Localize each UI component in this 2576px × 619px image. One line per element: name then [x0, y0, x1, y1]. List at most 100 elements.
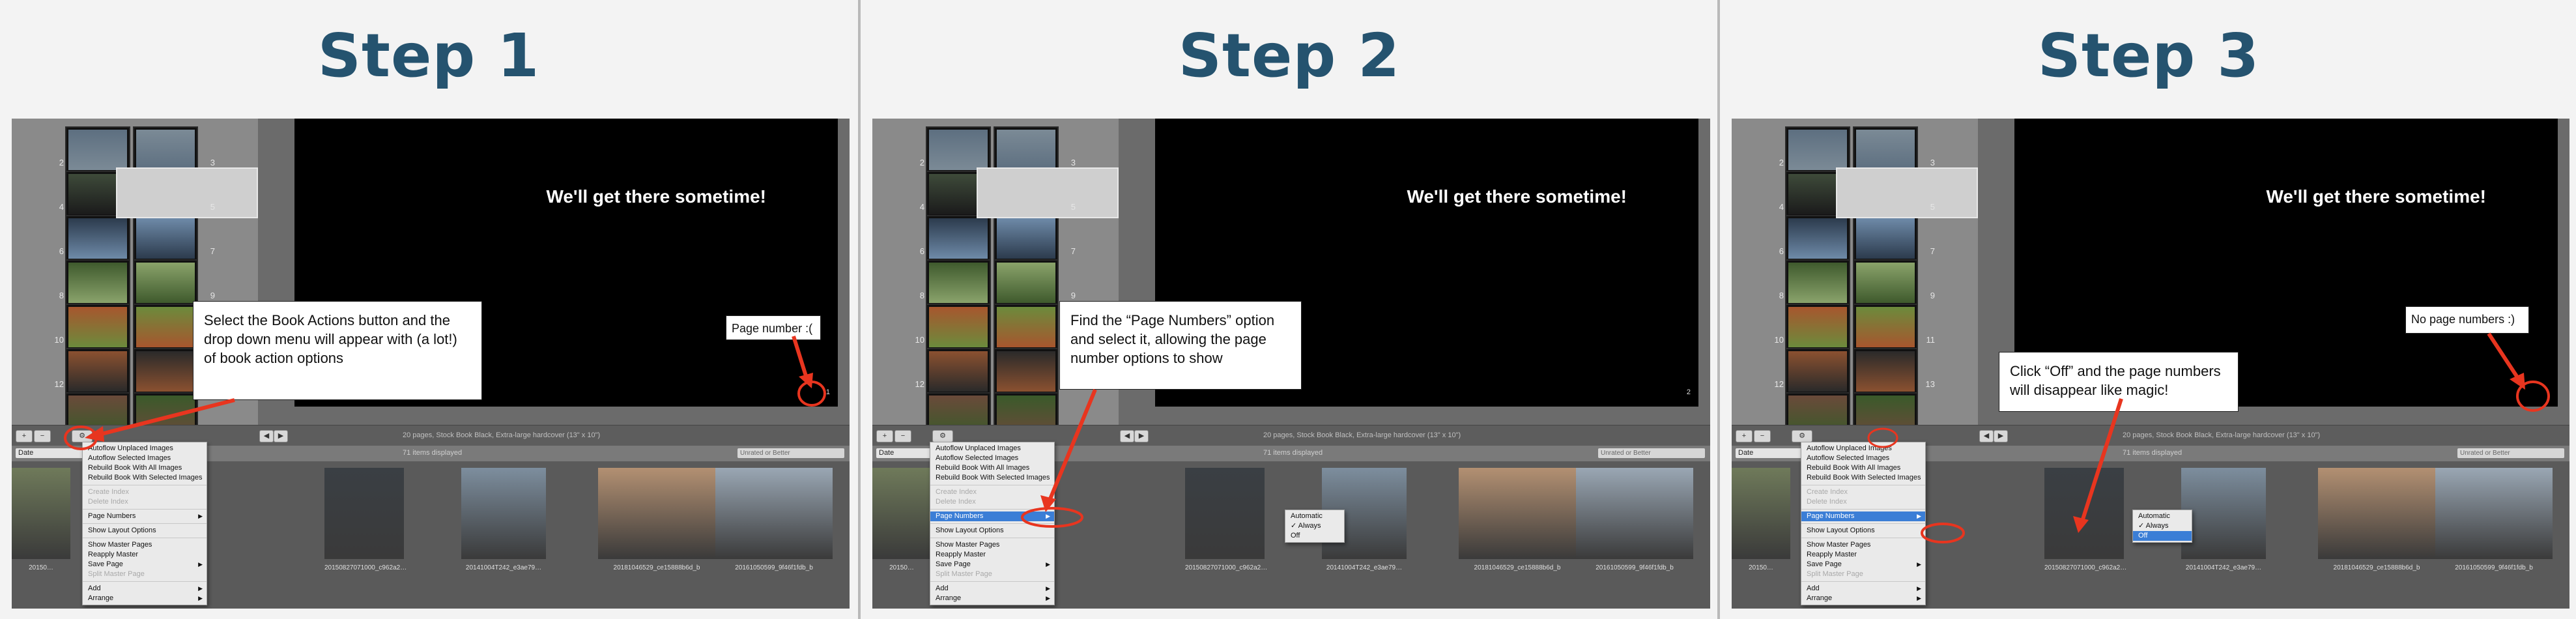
menu-item[interactable]: Autoflow Selected Images: [930, 453, 1054, 463]
menu-item[interactable]: Autoflow Selected Images: [83, 453, 207, 463]
menu-item[interactable]: Show Layout Options: [1801, 526, 1925, 536]
menu-item[interactable]: Split Master Page: [930, 569, 1054, 579]
menu-item[interactable]: Autoflow Unplaced Images: [1801, 444, 1925, 453]
page-thumbnail[interactable]: [994, 348, 1059, 395]
menu-item[interactable]: Show Master Pages: [83, 540, 207, 550]
page-thumbnail[interactable]: [926, 215, 991, 262]
page-thumbnail[interactable]: [926, 304, 991, 351]
page-thumbnail[interactable]: [926, 126, 991, 173]
menu-item[interactable]: Show Master Pages: [1801, 540, 1925, 550]
menu-item[interactable]: Reapply Master: [83, 550, 207, 560]
menu-item[interactable]: Page Numbers ▶: [930, 511, 1054, 521]
previous-page-button[interactable]: ◀: [1120, 430, 1134, 442]
menu-item[interactable]: Rebuild Book With All Images: [930, 463, 1054, 473]
submenu-item-automatic[interactable]: Automatic: [2133, 511, 2192, 521]
menu-item[interactable]: Save Page ▶: [83, 560, 207, 569]
book-actions-button[interactable]: ⚙: [1792, 430, 1812, 442]
menu-item[interactable]: Page Numbers ▶: [83, 511, 207, 521]
browser-thumbnail[interactable]: 20161050599_9f46f1fdb_b: [1576, 468, 1693, 580]
page-thumbnail[interactable]: [1853, 259, 1918, 306]
page-thumbnail[interactable]: [1785, 259, 1850, 306]
page-thumbnail[interactable]: [65, 348, 130, 395]
rating-filter[interactable]: Unrated or Better: [737, 448, 844, 458]
menu-item[interactable]: Delete Index: [930, 497, 1054, 507]
previous-page-button[interactable]: ◀: [259, 430, 274, 442]
add-page-button[interactable]: +: [16, 430, 33, 442]
menu-item[interactable]: Rebuild Book With Selected Images: [83, 473, 207, 483]
submenu-item-off[interactable]: Off: [2133, 531, 2192, 541]
browser-thumbnail[interactable]: 20150…: [12, 468, 70, 580]
page-thumbnail[interactable]: [994, 215, 1059, 262]
page-thumbnail[interactable]: [994, 304, 1059, 351]
book-caption[interactable]: We'll get there sometime!: [2266, 186, 2486, 207]
page-thumbnail[interactable]: [65, 259, 130, 306]
menu-item[interactable]: Arrange ▶: [83, 594, 207, 603]
page-thumbnail[interactable]: [133, 348, 198, 395]
page-thumbnail[interactable]: [1785, 348, 1850, 395]
menu-item[interactable]: Rebuild Book With All Images: [83, 463, 207, 473]
page-thumbnail[interactable]: [65, 126, 130, 173]
page-thumbnail[interactable]: [133, 259, 198, 306]
menu-item[interactable]: Create Index: [83, 487, 207, 497]
submenu-item-always[interactable]: ✓ Always: [1285, 521, 1344, 531]
selected-spread[interactable]: [977, 167, 1119, 218]
rating-filter[interactable]: Unrated or Better: [2457, 448, 2564, 458]
next-page-button[interactable]: ▶: [274, 430, 288, 442]
remove-page-button[interactable]: −: [894, 430, 911, 442]
menu-item[interactable]: Rebuild Book With Selected Images: [930, 473, 1054, 483]
page-thumbnail[interactable]: [1853, 348, 1918, 395]
menu-item[interactable]: Save Page ▶: [1801, 560, 1925, 569]
menu-item[interactable]: Split Master Page: [1801, 569, 1925, 579]
add-page-button[interactable]: +: [1736, 430, 1753, 442]
page-thumbnail[interactable]: [926, 259, 991, 306]
page-thumbnail[interactable]: [65, 304, 130, 351]
remove-page-button[interactable]: −: [34, 430, 51, 442]
add-page-button[interactable]: +: [876, 430, 893, 442]
page-thumbnail[interactable]: [1785, 215, 1850, 262]
menu-item[interactable]: Show Master Pages: [930, 540, 1054, 550]
menu-item[interactable]: Arrange ▶: [930, 594, 1054, 603]
selected-spread[interactable]: [1836, 167, 1978, 218]
menu-item[interactable]: Rebuild Book With All Images: [1801, 463, 1925, 473]
menu-item[interactable]: Create Index: [930, 487, 1054, 497]
menu-item[interactable]: Reapply Master: [1801, 550, 1925, 560]
menu-item[interactable]: Split Master Page: [83, 569, 207, 579]
page-thumbnail[interactable]: [1785, 304, 1850, 351]
menu-item[interactable]: Create Index: [1801, 487, 1925, 497]
previous-page-button[interactable]: ◀: [1979, 430, 1994, 442]
submenu-item-automatic[interactable]: Automatic: [1285, 511, 1344, 521]
page-thumbnail[interactable]: [133, 126, 198, 173]
menu-item[interactable]: Rebuild Book With Selected Images: [1801, 473, 1925, 483]
browser-thumbnail[interactable]: 20150827071000_c962a2…: [324, 468, 407, 580]
menu-item[interactable]: Add ▶: [930, 584, 1054, 594]
menu-item[interactable]: Show Layout Options: [930, 526, 1054, 536]
browser-thumbnail[interactable]: 20181046529_ce15888b6d_b: [598, 468, 715, 580]
rating-filter[interactable]: Unrated or Better: [1598, 448, 1705, 458]
browser-thumbnail[interactable]: 20150…: [1732, 468, 1790, 580]
page-thumbnail[interactable]: [1853, 126, 1918, 173]
browser-thumbnail[interactable]: 20141004T242_e3ae79…: [2181, 468, 2266, 580]
submenu-item-off[interactable]: Off: [1285, 531, 1344, 541]
browser-thumbnail[interactable]: 20161050599_9f46f1fdb_b: [2435, 468, 2553, 580]
page-thumbnail[interactable]: [1853, 304, 1918, 351]
remove-page-button[interactable]: −: [1754, 430, 1771, 442]
book-actions-button[interactable]: ⚙: [72, 430, 93, 442]
page-thumbnail[interactable]: [65, 215, 130, 262]
browser-thumbnail[interactable]: 20150…: [872, 468, 931, 580]
menu-item[interactable]: Page Numbers ▶: [1801, 511, 1925, 521]
page-thumbnail[interactable]: [1785, 126, 1850, 173]
page-thumbnail[interactable]: [994, 126, 1059, 173]
page-thumbnail[interactable]: [133, 215, 198, 262]
next-page-button[interactable]: ▶: [1134, 430, 1149, 442]
page-thumbnail[interactable]: [133, 304, 198, 351]
browser-thumbnail[interactable]: 20150827071000_c962a2…: [1185, 468, 1267, 580]
menu-item[interactable]: Autoflow Unplaced Images: [83, 444, 207, 453]
browser-thumbnail[interactable]: 20150827071000_c962a2…: [2044, 468, 2126, 580]
menu-item[interactable]: Reapply Master: [930, 550, 1054, 560]
selected-spread[interactable]: [116, 167, 258, 218]
book-caption[interactable]: We'll get there sometime!: [1407, 186, 1627, 207]
browser-thumbnail[interactable]: 20181046529_ce15888b6d_b: [2318, 468, 2435, 580]
menu-item[interactable]: Delete Index: [1801, 497, 1925, 507]
submenu-item-always[interactable]: ✓ Always: [2133, 521, 2192, 531]
page-thumbnail[interactable]: [994, 259, 1059, 306]
